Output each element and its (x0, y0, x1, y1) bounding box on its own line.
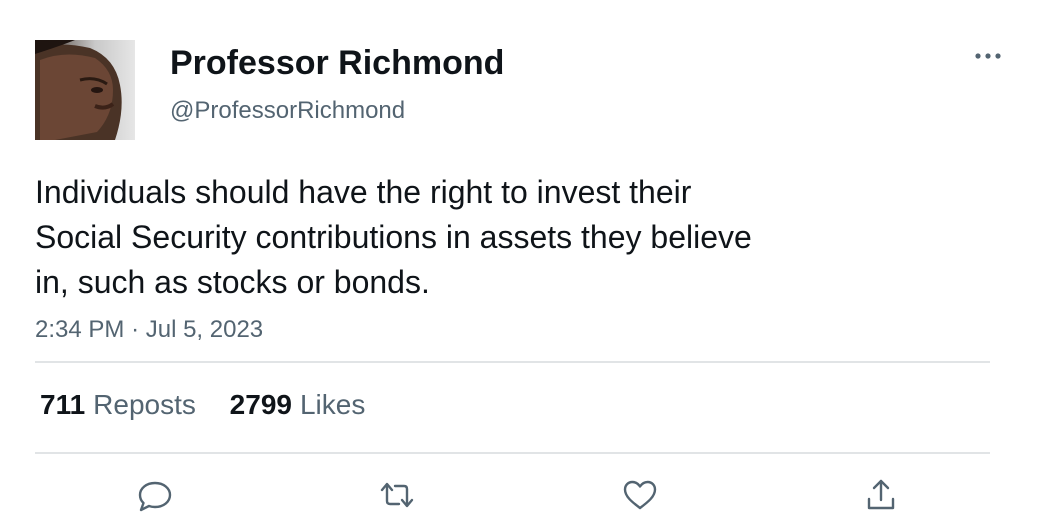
reposts-label: Reposts (93, 389, 196, 420)
share-button[interactable] (861, 475, 901, 515)
tweet-text: Individuals should have the right to inv… (35, 170, 875, 305)
like-button[interactable] (620, 475, 660, 515)
author-handle[interactable]: @ProfessorRichmond (170, 95, 504, 127)
tweet-timestamp[interactable]: 2:34 PM · Jul 5, 2023 (35, 315, 263, 345)
likes-count: 2799 (229, 389, 292, 420)
heart-icon (623, 480, 657, 510)
reposts-count: 711 (40, 389, 86, 420)
reply-button[interactable] (135, 475, 175, 515)
share-icon (867, 479, 895, 510)
author-info: Professor Richmond @ProfessorRichmond (170, 42, 504, 127)
tweet-text-line: Individuals should have the right to inv… (35, 174, 692, 210)
more-options-button[interactable] (970, 44, 1006, 68)
divider (35, 361, 990, 363)
tweet-card: Professor Richmond @ProfessorRichmond In… (0, 0, 1050, 525)
likes-label: Likes (299, 389, 366, 420)
tweet-text-line: in, such as stocks or bonds. (35, 264, 430, 300)
reposts-stat[interactable]: 711 Reposts (40, 388, 196, 422)
repost-button[interactable] (377, 475, 417, 515)
repost-icon (380, 482, 414, 508)
engagement-stats: 711 Reposts 2799 Likes (40, 388, 391, 422)
avatar[interactable] (35, 40, 135, 140)
timestamp-separator: · (131, 316, 140, 343)
tweet-time: 2:34 PM (35, 316, 125, 343)
author-display-name[interactable]: Professor Richmond (170, 42, 504, 84)
likes-stat[interactable]: 2799 Likes (230, 388, 366, 422)
tweet-text-line: Social Security contributions in assets … (35, 219, 752, 255)
divider (35, 452, 990, 454)
more-horizontal-icon (975, 53, 1001, 59)
tweet-date: Jul 5, 2023 (145, 316, 264, 343)
reply-icon (138, 481, 172, 512)
